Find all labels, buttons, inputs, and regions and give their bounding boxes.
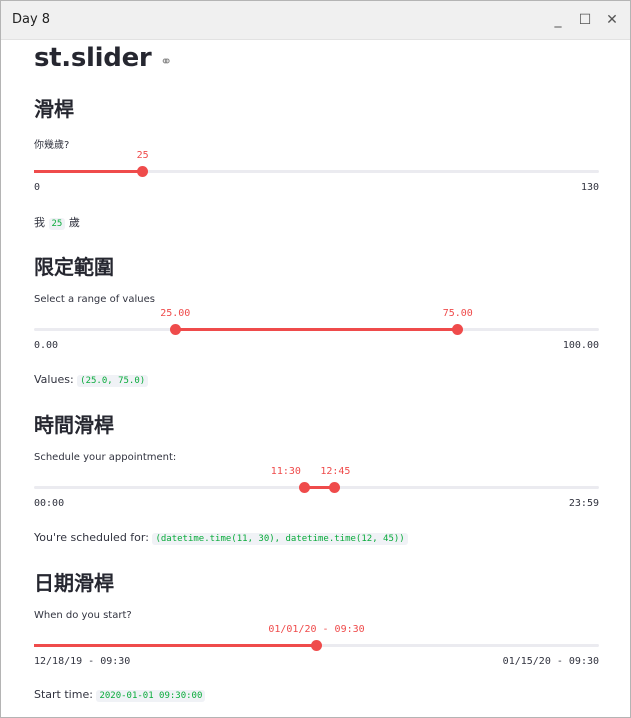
title-bar: Day 8 _ ☐ ✕: [1, 1, 630, 40]
app-window: Day 8 _ ☐ ✕ st.slider ⚭ 滑桿 你幾歲? 25 0 130…: [0, 0, 631, 718]
close-icon[interactable]: ✕: [602, 10, 622, 30]
date-min-label: 12/18/19 - 09:30: [34, 656, 131, 667]
slider-max-label: 130: [580, 182, 599, 193]
date-output: Start time: 2020-01-01 09:30:00: [34, 688, 206, 702]
section-heading-range: 限定範圍: [34, 255, 114, 279]
section-heading-time: 時間滑桿: [34, 413, 114, 437]
range-output: Values: (25.0, 75.0): [34, 373, 149, 387]
time-max-label: 23:59: [568, 498, 599, 509]
time-min-label: 00:00: [34, 498, 65, 509]
slider-label: 你幾歲?: [34, 140, 70, 151]
date-output-prefix: Start time:: [34, 688, 93, 701]
section-heading-date: 日期滑桿: [34, 571, 114, 595]
date-slider-thumb[interactable]: [311, 640, 322, 651]
window-title: Day 8: [12, 12, 51, 27]
slider-output-suffix: 歲: [68, 216, 80, 229]
page-title-text: st.slider: [34, 43, 152, 73]
range-output-prefix: Values:: [34, 373, 74, 386]
range-slider-high-thumb[interactable]: [452, 324, 464, 335]
range-output-code: (25.0, 75.0): [77, 375, 149, 387]
slider-min-label: 0: [34, 182, 41, 193]
date-value-label: 01/01/20 - 09:30: [268, 624, 365, 635]
minimize-icon[interactable]: _: [548, 10, 568, 30]
range-high-value-label: 75.00: [442, 308, 473, 319]
date-output-code: 2020-01-01 09:30:00: [96, 690, 206, 702]
range-slider-fill: [175, 328, 458, 331]
time-high-value-label: 12:45: [320, 466, 351, 477]
time-low-value-label: 11:30: [270, 466, 301, 477]
date-slider-fill: [34, 644, 317, 647]
time-slider-high-thumb[interactable]: [328, 482, 340, 493]
link-icon[interactable]: ⚭: [160, 54, 172, 70]
range-min-label: 0.00: [34, 340, 59, 351]
range-max-label: 100.00: [562, 340, 599, 351]
slider-value-label: 25: [136, 150, 149, 161]
date-max-label: 01/15/20 - 09:30: [502, 656, 599, 667]
maximize-icon[interactable]: ☐: [575, 10, 595, 30]
range-low-value-label: 25.00: [160, 308, 191, 319]
section-heading-slider: 滑桿: [34, 97, 74, 121]
date-slider-label: When do you start?: [34, 610, 132, 621]
page-title: st.slider ⚭: [34, 43, 172, 73]
range-slider-label: Select a range of values: [34, 294, 155, 305]
time-output-code: (datetime.time(11, 30), datetime.time(12…: [152, 533, 408, 545]
time-output: You're scheduled for: (datetime.time(11,…: [34, 531, 408, 545]
time-output-prefix: You're scheduled for:: [34, 531, 149, 544]
time-slider-low-thumb[interactable]: [299, 482, 311, 493]
time-slider-label: Schedule your appointment:: [34, 452, 177, 463]
slider-output-code: 25: [48, 218, 66, 230]
slider-thumb[interactable]: [137, 166, 149, 177]
slider-output-prefix: 我: [34, 216, 45, 229]
range-slider-low-thumb[interactable]: [169, 324, 181, 335]
slider-fill: [34, 170, 143, 173]
slider-output: 我 25 歲: [34, 214, 80, 230]
